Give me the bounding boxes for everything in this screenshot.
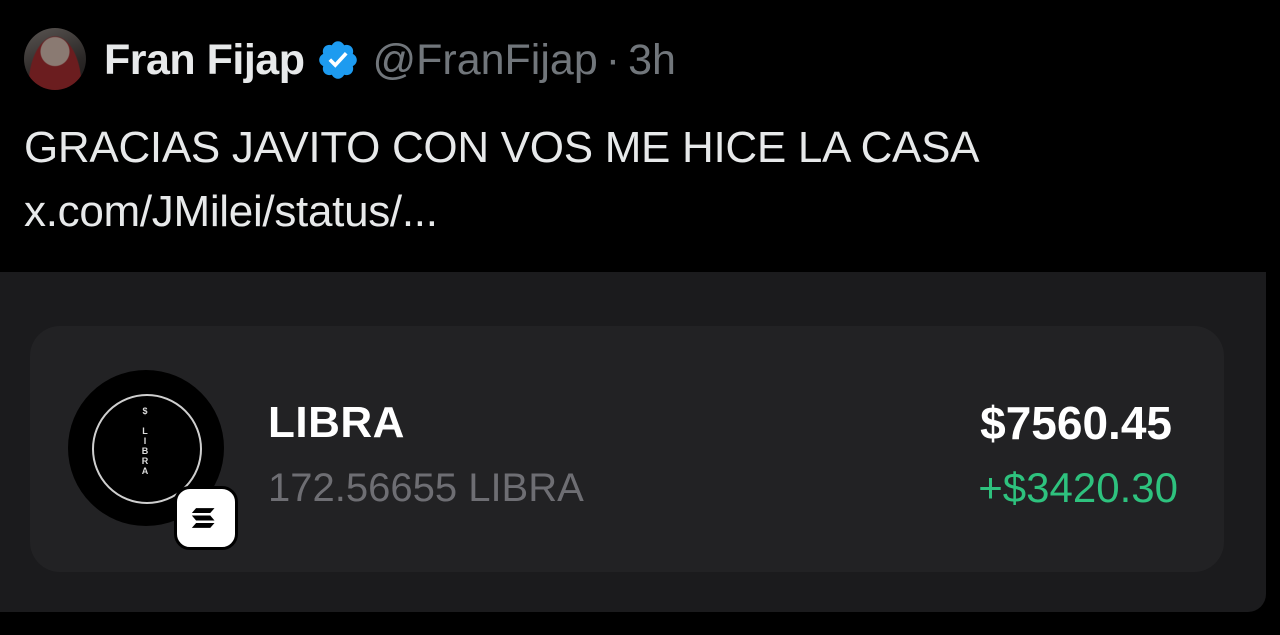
tweet-body: GRACIAS JAVITO CON VOS ME HICE LA CASA x… — [24, 116, 980, 244]
tweet-header: Fran Fijap @FranFijap · 3h — [104, 30, 676, 90]
verified-badge-icon — [319, 41, 358, 79]
screenshot: Fran Fijap @FranFijap · 3h GRACIAS JAVIT… — [0, 0, 1280, 635]
wallet-token-card: $ LIBRA LIBRA 172.56655 LIBRA $7560.45 +… — [30, 326, 1224, 572]
token-amount: 172.56655 LIBRA — [268, 466, 584, 510]
tweet-text: GRACIAS JAVITO CON VOS ME HICE LA CASA — [24, 123, 980, 172]
user-handle[interactable]: @FranFijap — [372, 36, 597, 85]
solana-icon — [174, 486, 238, 550]
timestamp[interactable]: 3h — [628, 36, 676, 85]
avatar[interactable] — [24, 28, 86, 90]
attached-image[interactable]: $ LIBRA LIBRA 172.56655 LIBRA $7560.45 +… — [0, 272, 1266, 612]
token-change: +$3420.30 — [978, 464, 1178, 511]
display-name[interactable]: Fran Fijap — [104, 36, 305, 85]
tweet-link[interactable]: x.com/JMilei/status/... — [24, 180, 979, 244]
separator-dot: · — [605, 35, 621, 84]
token-value: $7560.45 — [980, 397, 1172, 449]
logo-text: $ LIBRA — [141, 406, 149, 476]
token-name: LIBRA — [268, 398, 405, 447]
tweet[interactable]: Fran Fijap @FranFijap · 3h GRACIAS JAVIT… — [0, 0, 1280, 272]
